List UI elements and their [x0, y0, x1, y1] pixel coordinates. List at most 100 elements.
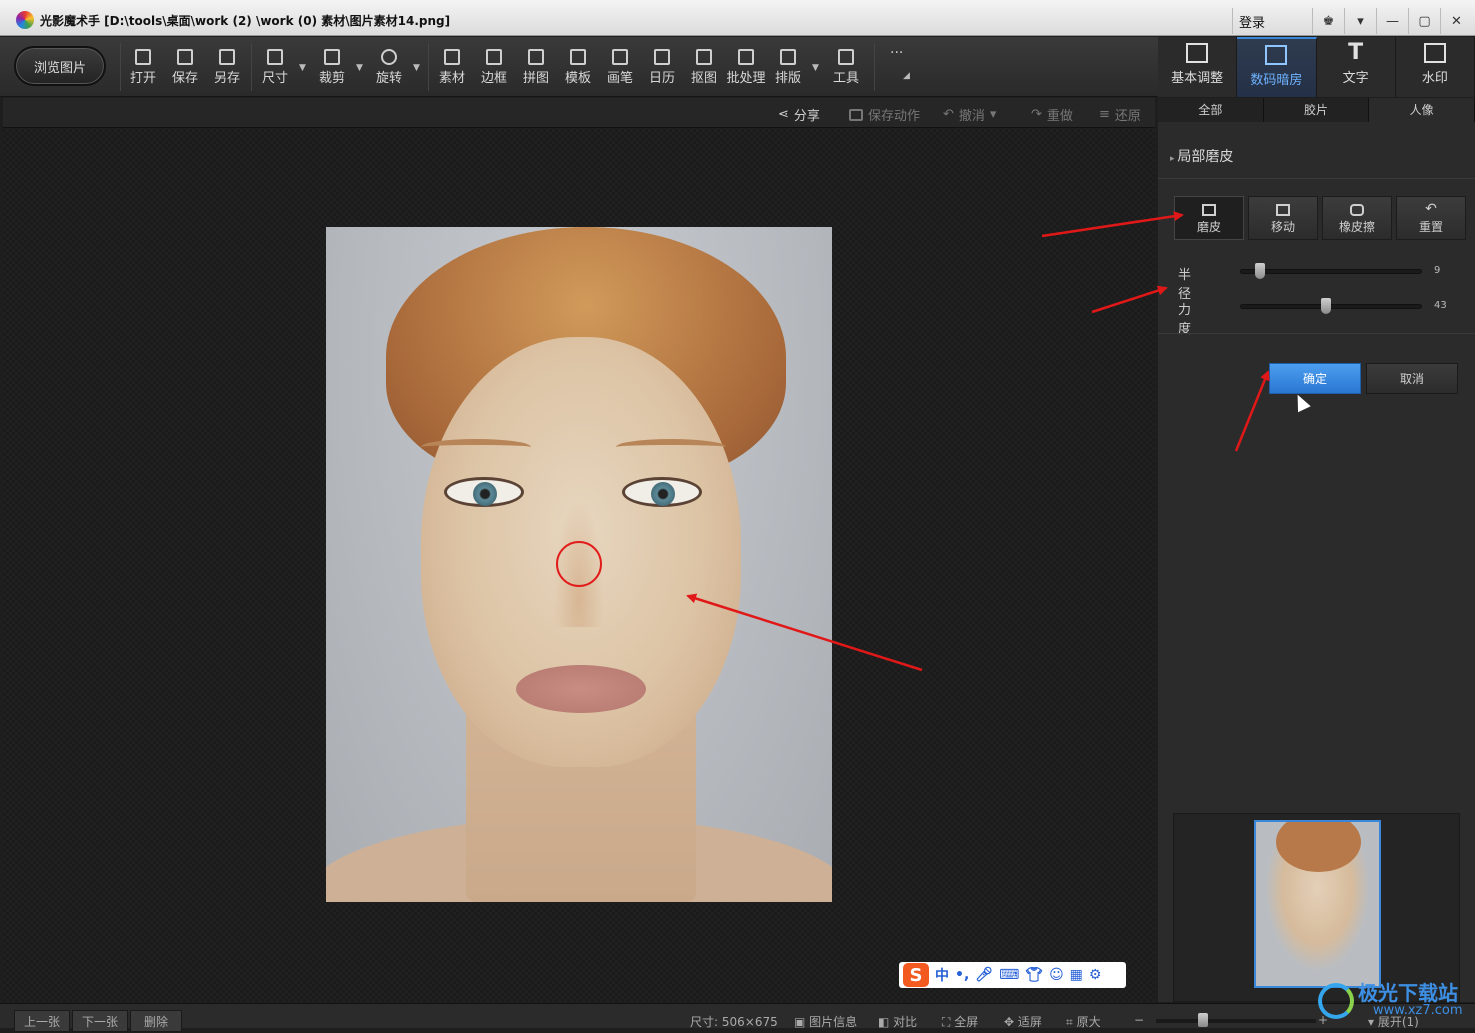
batch-button[interactable]: 批处理: [724, 45, 768, 91]
close-button[interactable]: ✕: [1440, 8, 1472, 34]
radius-slider[interactable]: [1240, 269, 1422, 274]
crop-button[interactable]: 裁剪: [312, 45, 352, 91]
next-image-button[interactable]: 下一张: [72, 1010, 128, 1032]
restore-icon: ≡: [1099, 107, 1110, 122]
eraser-button[interactable]: 橡皮擦: [1322, 196, 1392, 240]
emoji-icon[interactable]: ☺: [1049, 967, 1064, 983]
resize-dropdown-icon[interactable]: ▼: [299, 63, 306, 73]
darkroom-panel: 全部 胶片 人像 ▸ 局部磨皮 磨皮 移动 橡皮擦 ↶ 重置 半径 9 力度 43…: [1158, 98, 1475, 1002]
original-size-button[interactable]: ⌗ 原大: [1066, 1013, 1101, 1030]
tools-button[interactable]: 工具: [826, 45, 866, 91]
keyboard-icon[interactable]: ⌨: [999, 967, 1019, 983]
login-button[interactable]: 登录: [1232, 8, 1344, 132]
image-thumbnail[interactable]: [1254, 820, 1381, 988]
border-button[interactable]: 边框: [474, 45, 514, 91]
move-icon: [1276, 204, 1290, 216]
zoom-out-icon[interactable]: −: [1134, 1013, 1144, 1027]
share-button[interactable]: ⋖ 分享: [778, 105, 820, 124]
save-action-button[interactable]: 保存动作: [849, 105, 920, 124]
fullscreen-button[interactable]: ⛶ 全屏: [942, 1013, 978, 1030]
redo-button[interactable]: ↷ 重做: [1031, 105, 1073, 124]
collage-button[interactable]: 拼图: [516, 45, 556, 91]
skin-icon[interactable]: ♚: [1312, 8, 1344, 34]
divider: [1158, 333, 1475, 334]
delete-button[interactable]: 删除: [130, 1010, 182, 1032]
compare-button[interactable]: ◧ 对比: [878, 1013, 917, 1030]
template-button[interactable]: 模板: [558, 45, 598, 91]
open-button[interactable]: 打开: [123, 45, 163, 91]
layout-dropdown-icon[interactable]: ▼: [812, 63, 819, 73]
radius-slider-thumb[interactable]: [1255, 263, 1266, 279]
brush-button[interactable]: 画笔: [600, 45, 640, 91]
tab-basic-adjust[interactable]: 基本调整: [1158, 37, 1238, 97]
layout-button[interactable]: 排版: [768, 45, 808, 91]
thumbnail-strip: [1173, 813, 1460, 1002]
browse-images-button[interactable]: 浏览图片: [14, 46, 106, 86]
photo-lips: [516, 665, 646, 713]
move-button[interactable]: 移动: [1248, 196, 1318, 240]
prev-image-button[interactable]: 上一张: [14, 1010, 70, 1032]
tab-watermark[interactable]: 水印: [1396, 37, 1475, 97]
rotate-icon: [381, 49, 397, 65]
undo-button[interactable]: ↶ 撤消 ▾: [943, 105, 996, 124]
save-as-icon: [219, 49, 235, 65]
expand-corner-icon[interactable]: ◢: [903, 71, 910, 81]
window-controls: ♚ ▾ — ▢ ✕: [1312, 8, 1472, 34]
undo-dropdown-icon[interactable]: ▾: [990, 107, 997, 122]
restore-button[interactable]: ≡ 还原: [1099, 105, 1141, 124]
text-icon: T: [1348, 40, 1364, 65]
brush-icon: [612, 49, 628, 65]
microphone-icon[interactable]: 🎤︎: [975, 967, 993, 983]
window-title: 光影魔术手 [D:\tools\桌面\work (2) \work (0) 素材…: [40, 14, 451, 28]
section-title[interactable]: ▸ 局部磨皮: [1170, 146, 1233, 166]
subtab-all[interactable]: 全部: [1158, 98, 1264, 122]
toolbar-divider: [428, 43, 429, 91]
smooth-skin-icon: [1202, 204, 1216, 216]
tab-text[interactable]: T 文字: [1317, 37, 1396, 97]
minimize-button[interactable]: —: [1376, 8, 1408, 34]
cutout-button[interactable]: 抠图: [684, 45, 724, 91]
strength-slider-thumb[interactable]: [1320, 298, 1331, 314]
ime-mode[interactable]: 中: [935, 965, 949, 985]
material-button[interactable]: 素材: [432, 45, 472, 91]
skin-icon[interactable]: 👕︎: [1025, 967, 1043, 983]
layout-icon: [780, 49, 796, 65]
template-icon: [570, 49, 586, 65]
strength-value: 43: [1434, 300, 1447, 311]
title-bar: 光影魔术手 [D:\tools\桌面\work (2) \work (0) 素材…: [0, 0, 1475, 132]
menu-dropdown-icon[interactable]: ▾: [1344, 8, 1376, 34]
crop-dropdown-icon[interactable]: ▼: [356, 63, 363, 73]
save-as-button[interactable]: 另存: [207, 45, 247, 91]
zoom-slider[interactable]: [1156, 1019, 1316, 1023]
zoom-slider-thumb[interactable]: [1198, 1013, 1208, 1027]
subtab-film[interactable]: 胶片: [1264, 98, 1370, 122]
fit-screen-button[interactable]: ✥ 适屏: [1004, 1013, 1042, 1030]
settings-icon[interactable]: ⚙: [1089, 967, 1102, 983]
status-bar: 上一张 下一张 删除 尺寸: 506×675 ▣ 图片信息 ◧ 对比 ⛶ 全屏 …: [0, 1003, 1475, 1032]
tab-digital-darkroom[interactable]: 数码暗房: [1237, 37, 1317, 97]
apps-icon[interactable]: ▦: [1070, 967, 1083, 983]
rotate-dropdown-icon[interactable]: ▼: [413, 63, 420, 73]
confirm-button[interactable]: 确定: [1269, 363, 1361, 394]
image-info-button[interactable]: ▣ 图片信息: [794, 1013, 857, 1030]
resize-button[interactable]: 尺寸: [255, 45, 295, 91]
strength-slider[interactable]: [1240, 304, 1422, 309]
eraser-icon: [1350, 204, 1364, 216]
save-icon: [177, 49, 193, 65]
punctuation-icon[interactable]: •,: [955, 967, 969, 983]
cancel-button[interactable]: 取消: [1366, 363, 1458, 394]
fit-icon: ✥: [1004, 1015, 1018, 1029]
subtab-portrait[interactable]: 人像: [1369, 98, 1475, 122]
calendar-button[interactable]: 日历: [642, 45, 682, 91]
image-size: 尺寸: 506×675: [690, 1015, 778, 1029]
function-tabs: 基本调整 数码暗房 T 文字 水印: [1158, 37, 1475, 97]
more-icon[interactable]: ···: [890, 45, 903, 61]
resize-icon: [267, 49, 283, 65]
save-button[interactable]: 保存: [165, 45, 205, 91]
rotate-button[interactable]: 旋转: [369, 45, 409, 91]
smooth-skin-button[interactable]: 磨皮: [1174, 196, 1244, 240]
reset-arrow-icon: ↶: [1425, 201, 1437, 217]
reset-button[interactable]: ↶ 重置: [1396, 196, 1466, 240]
ime-toolbar[interactable]: S 中 •, 🎤︎ ⌨ 👕︎ ☺ ▦ ⚙: [899, 962, 1126, 988]
maximize-button[interactable]: ▢: [1408, 8, 1440, 34]
